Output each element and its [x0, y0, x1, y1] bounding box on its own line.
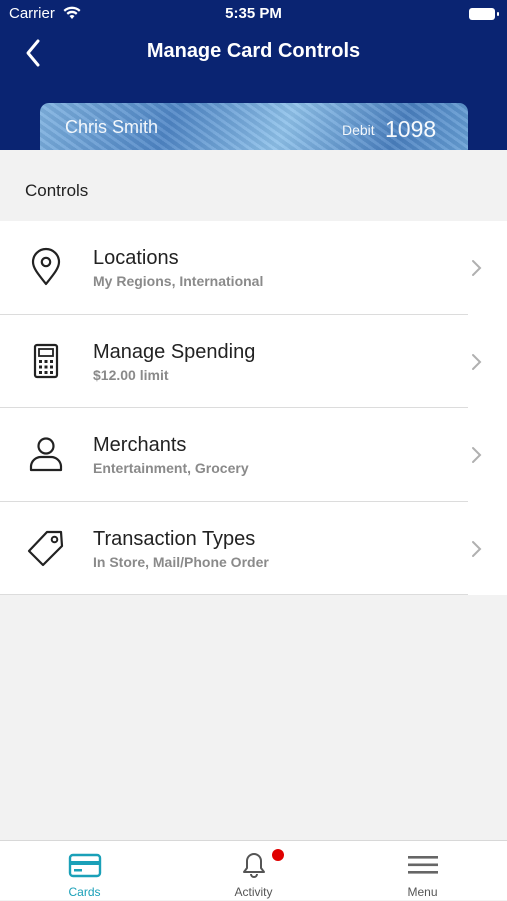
- card-last-four: 1098: [385, 116, 437, 142]
- control-title: Manage Spending: [93, 340, 256, 363]
- section-header: Controls: [0, 150, 507, 222]
- control-subtitle: My Regions, International: [93, 273, 264, 289]
- status-bar: Carrier 5:35 PM: [0, 0, 507, 28]
- chevron-right-icon: [472, 540, 482, 557]
- tag-icon: [27, 530, 64, 566]
- card-icon: [68, 853, 102, 878]
- tab-cards[interactable]: Cards: [0, 841, 169, 901]
- control-title: Merchants: [93, 434, 187, 456]
- control-row-manage-spending[interactable]: Manage Spending $12.00 limit: [0, 314, 507, 408]
- control-title: Locations: [93, 247, 179, 269]
- tab-label: Menu: [407, 885, 438, 899]
- chevron-right-icon: [472, 353, 482, 370]
- control-title: Transaction Types: [93, 527, 256, 550]
- card-holder-name: Chris Smith: [65, 117, 159, 137]
- bell-icon: [243, 853, 265, 878]
- status-time: 5:35 PM: [225, 5, 282, 22]
- debit-card[interactable]: Chris Smith Debit 1098: [40, 103, 468, 150]
- tab-label: Activity: [234, 885, 273, 899]
- header: Carrier 5:35 PM Manage Card Controls Chr…: [0, 0, 507, 150]
- chevron-right-icon: [472, 260, 482, 276]
- tab-label: Cards: [68, 885, 101, 899]
- tab-activity[interactable]: Activity: [169, 841, 338, 901]
- section-title: Controls: [25, 181, 89, 200]
- control-subtitle: $12.00 limit: [93, 366, 169, 383]
- control-row-transaction-types[interactable]: Transaction Types In Store, Mail/Phone O…: [0, 501, 507, 595]
- battery-icon: [469, 8, 499, 20]
- card-type-label: Debit: [342, 122, 375, 138]
- notification-badge: [272, 849, 284, 861]
- page-title: Manage Card Controls: [146, 40, 361, 62]
- controls-list: Locations My Regions, International Mana…: [0, 221, 507, 595]
- control-subtitle: Entertainment, Grocery: [93, 460, 249, 476]
- control-subtitle: In Store, Mail/Phone Order: [93, 553, 269, 570]
- control-row-merchants[interactable]: Merchants Entertainment, Grocery: [0, 408, 507, 502]
- location-pin-icon: [31, 247, 61, 286]
- calculator-icon: [33, 343, 59, 378]
- chevron-right-icon: [472, 447, 482, 463]
- control-row-locations[interactable]: Locations My Regions, International: [0, 221, 507, 315]
- tab-menu[interactable]: Menu: [338, 841, 507, 901]
- divider: [0, 594, 468, 595]
- menu-icon: [408, 856, 438, 874]
- tab-bar: Cards Activity Menu: [0, 840, 507, 900]
- person-icon: [29, 437, 63, 472]
